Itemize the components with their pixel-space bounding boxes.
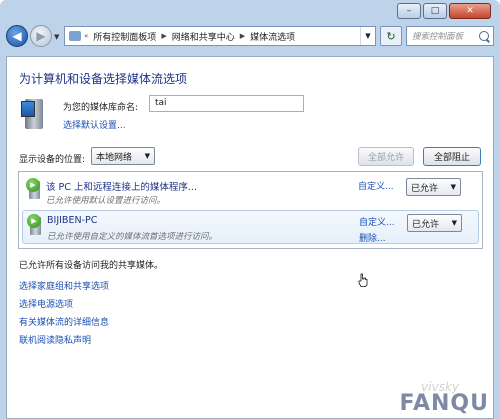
- forward-button[interactable]: ▶: [30, 25, 52, 47]
- media-streaming-info-link[interactable]: 有关媒体流的详细信息: [19, 315, 109, 328]
- address-dropdown-icon[interactable]: ▼: [360, 27, 375, 45]
- refresh-button[interactable]: ↻: [380, 26, 402, 46]
- hand-cursor-icon: [358, 273, 368, 287]
- remove-link[interactable]: 删除...: [359, 231, 386, 244]
- library-name-label: 为您的媒体库命名:: [63, 103, 139, 113]
- device-list: ▶ 该 PC 上和远程连接上的媒体程序... 已允许使用默认设置进行访问。 自定…: [18, 171, 483, 249]
- power-options-link[interactable]: 选择电源选项: [19, 297, 109, 310]
- device-permission-select[interactable]: 已允许 ▼: [407, 214, 462, 232]
- media-library-computer-icon: [21, 97, 47, 131]
- control-panel-icon: [69, 31, 81, 41]
- sharing-summary: 已允许所有设备访问我的共享媒体。: [19, 261, 164, 271]
- related-links: 选择家庭组和共享选项 选择电源选项 有关媒体流的详细信息 联机阅读隐私声明: [19, 279, 109, 351]
- chevron-down-icon: ▼: [451, 219, 457, 227]
- library-name-input[interactable]: tai: [149, 95, 304, 112]
- recent-pages-chevron-icon[interactable]: ▼: [54, 33, 59, 41]
- device-name: BIJIBEN-PC: [47, 215, 98, 226]
- breadcrumb-media-streaming-options[interactable]: 媒体流选项: [250, 30, 295, 43]
- network-location-value: 本地网络: [96, 152, 133, 163]
- close-button[interactable]: ✕: [449, 3, 491, 19]
- media-device-icon: ▶: [26, 178, 42, 200]
- breadcrumb-all-control-panel-items[interactable]: 所有控制面板项: [93, 30, 156, 43]
- device-row[interactable]: ▶ 该 PC 上和远程连接上的媒体程序... 已允许使用默认设置进行访问。 自定…: [22, 175, 479, 209]
- breadcrumb-network-sharing-center[interactable]: 网络和共享中心: [172, 30, 235, 43]
- homegroup-sharing-link[interactable]: 选择家庭组和共享选项: [19, 279, 109, 292]
- minimize-button[interactable]: –: [397, 3, 421, 19]
- network-location-select[interactable]: 本地网络 ▼: [91, 147, 155, 165]
- breadcrumb-separator-icon[interactable]: ▶: [161, 32, 166, 40]
- device-permission-select[interactable]: 已允许 ▼: [406, 178, 461, 196]
- search-icon: [479, 31, 489, 41]
- back-button[interactable]: ◀: [6, 25, 28, 47]
- window-controls: – □ ✕: [395, 3, 491, 19]
- media-device-icon: ▶: [27, 214, 43, 236]
- breadcrumb-overflow[interactable]: «: [84, 32, 88, 40]
- customize-link[interactable]: 自定义...: [358, 179, 394, 192]
- chevron-down-icon: ▼: [144, 152, 150, 160]
- customize-link[interactable]: 自定义...: [359, 215, 395, 228]
- watermark: FANQU: [399, 391, 489, 416]
- device-permission-value: 已允许: [412, 219, 440, 230]
- device-name: 该 PC 上和远程连接上的媒体程序...: [46, 182, 197, 193]
- page-title: 为计算机和设备选择媒体流选项: [19, 72, 188, 86]
- refresh-icon: ↻: [386, 29, 396, 43]
- search-placeholder: 搜索控制面板: [412, 32, 464, 42]
- content-pane: 为计算机和设备选择媒体流选项 为您的媒体库命名: tai 选择默认设置... 显…: [6, 56, 494, 419]
- device-row[interactable]: ▶ BIJIBEN-PC 已允许使用自定义的媒体流首选项进行访问。 自定义...…: [22, 210, 479, 244]
- privacy-statement-link[interactable]: 联机阅读隐私声明: [19, 333, 109, 346]
- device-description: 已允许使用自定义的媒体流首选项进行访问。: [47, 232, 218, 242]
- maximize-button[interactable]: □: [423, 3, 447, 19]
- chevron-down-icon: ▼: [450, 183, 456, 191]
- breadcrumb-separator-icon[interactable]: ▶: [240, 32, 245, 40]
- window: – □ ✕ ◀ ▶ ▼ « 所有控制面板项 ▶ 网络和共享中心 ▶ 媒体流选项 …: [0, 0, 500, 419]
- search-box[interactable]: 搜索控制面板: [406, 26, 494, 46]
- navigation-bar: ◀ ▶ ▼ « 所有控制面板项 ▶ 网络和共享中心 ▶ 媒体流选项 ▼ ↻ 搜索…: [0, 22, 500, 50]
- choose-defaults-link[interactable]: 选择默认设置...: [63, 118, 126, 131]
- address-bar[interactable]: « 所有控制面板项 ▶ 网络和共享中心 ▶ 媒体流选项 ▼: [64, 26, 376, 46]
- device-permission-value: 已允许: [411, 183, 439, 194]
- device-description: 已允许使用默认设置进行访问。: [46, 196, 166, 206]
- show-devices-label: 显示设备的位置:: [19, 155, 86, 165]
- allow-all-button[interactable]: 全部允许: [358, 147, 414, 166]
- block-all-button[interactable]: 全部阻止: [423, 147, 481, 166]
